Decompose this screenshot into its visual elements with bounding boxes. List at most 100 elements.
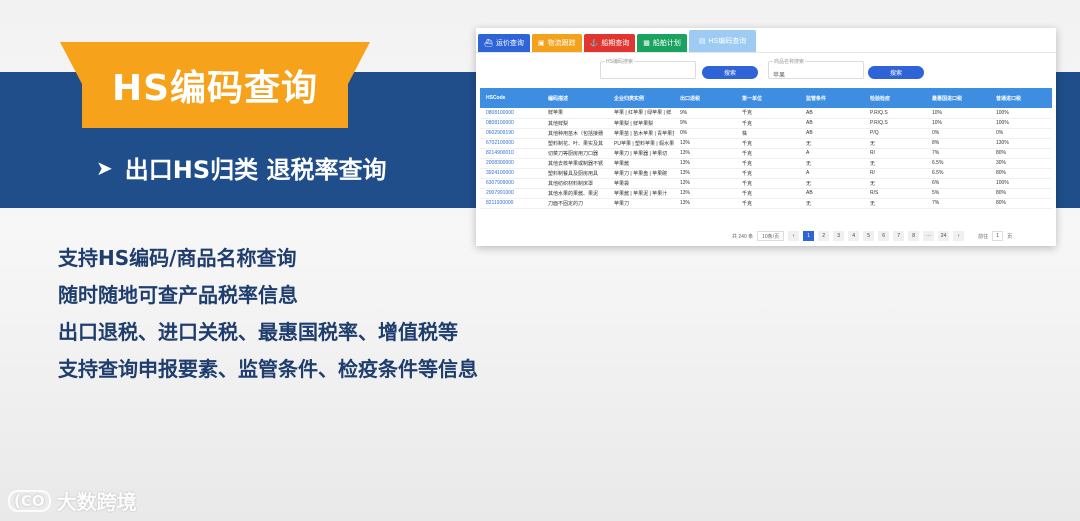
- tab-label: 运价查询: [495, 40, 524, 47]
- table-cell: 0%: [674, 128, 736, 139]
- table-cell: 0%: [990, 128, 1052, 139]
- table-cell: 13%: [674, 148, 736, 159]
- table-cell: 7%: [926, 198, 990, 209]
- table-row[interactable]: 8214900010 切菜刀等厨房用刀口器 苹果刀 | 苹果器 | 苹果切 13% 千克…: [480, 148, 1052, 159]
- subtitle-text: 出口HS归类 退税率查询: [124, 156, 387, 184]
- page-button[interactable]: 5: [863, 231, 875, 241]
- table-cell: 80%: [990, 198, 1052, 209]
- page-button[interactable]: 4: [848, 231, 860, 241]
- page-button[interactable]: 6: [878, 231, 890, 241]
- table-cell: 苹果袋: [608, 178, 674, 189]
- column-header[interactable]: 出口退税: [674, 88, 736, 108]
- tab-box[interactable]: ▣ 物流跟踪: [531, 34, 582, 52]
- tab-bar: ⛴ 运价查询 ▣ 物流跟踪 ⚓ 船期查询 ▦ 船舶计划 ▤ HS编码查询: [478, 30, 757, 52]
- table-row[interactable]: 2007991000 其他水果的果酱、果泥 苹果酱 | 苹果泥 | 苹果汁 13% 千克…: [480, 188, 1052, 199]
- next-page-button[interactable]: ›: [953, 231, 965, 241]
- page-button[interactable]: ···: [923, 231, 935, 241]
- tab-calendar[interactable]: ▦ 船舶计划: [637, 34, 687, 52]
- table-row[interactable]: 6307909000 其他纺织材料制床罩 苹果袋 13% 千克无无 6% 100%: [480, 178, 1052, 189]
- tab-label: 船舶计划: [652, 40, 681, 47]
- page-button[interactable]: 24: [938, 231, 950, 241]
- hs-code-link[interactable]: 6702100000: [480, 138, 542, 149]
- table-row[interactable]: 0808100000 其他鲜梨 苹果梨 | 鲜苹果梨 9% 千克 AB P.R/Q.S 10%…: [480, 118, 1052, 129]
- table-cell: 苹果酱 | 苹果泥 | 苹果汁: [608, 188, 674, 199]
- table-row[interactable]: 6702100000 塑料制花、叶、果实及其 PU苹果 | 塑料苹果 | 假水果 13…: [480, 138, 1052, 149]
- goto-page-input[interactable]: 1: [992, 231, 1004, 241]
- total-count: 共 240 条: [732, 233, 754, 240]
- page-button[interactable]: 8: [908, 231, 920, 241]
- hs-code-link[interactable]: 0808100000: [480, 108, 542, 119]
- table-row[interactable]: 3924100000 塑料制餐具及厨房用具 苹果刀 | 苹果盘 | 苹果碗 13% 千克…: [480, 168, 1052, 179]
- page-button[interactable]: 2: [818, 231, 830, 241]
- hs-code-link[interactable]: 8214900010: [480, 148, 542, 159]
- table-row[interactable]: 0602909190 其他种用苗木（包括接穗 苹果苗 | 苗木苹果 | 青苹果苗 0%…: [480, 128, 1052, 139]
- table-row[interactable]: 8211930000 刀面不固定的刀 苹果刀 13% 千克无无 7% 80%: [480, 198, 1052, 209]
- column-header[interactable]: 最惠国进口税: [926, 88, 990, 108]
- table-cell: PU苹果 | 塑料苹果 | 假水果: [608, 138, 674, 149]
- table-cell: 苹果刀 | 苹果盘 | 苹果碗: [608, 168, 674, 179]
- hs-code-link[interactable]: 2008300000: [480, 158, 542, 169]
- goto-label: 前往: [978, 233, 989, 240]
- table-cell: P.R/Q.S: [864, 108, 926, 119]
- column-header[interactable]: 第一单位: [736, 88, 800, 108]
- prev-page-button[interactable]: ‹: [788, 231, 800, 241]
- feature-item: 出口退税、进口关税、最惠国税率、增值税等: [58, 320, 458, 344]
- column-header[interactable]: 编码描述: [542, 88, 608, 108]
- hs-code-input[interactable]: HS编码搜索: [600, 58, 696, 79]
- table-cell: A: [800, 168, 864, 179]
- table-cell: 其他纺织材料制床罩: [542, 178, 608, 189]
- table-row[interactable]: 0808100000 鲜苹果 苹果 | 红苹果 | 绿苹果 | 鲜 9% 千克 AB P.R…: [480, 108, 1052, 119]
- table-cell: 千克: [736, 168, 800, 179]
- goto-suffix: 页: [1007, 233, 1013, 240]
- table-cell: R/S: [864, 188, 926, 199]
- table-cell: 千克: [736, 118, 800, 129]
- table-cell: 千克: [736, 188, 800, 199]
- page-size-select[interactable]: 10条/页: [757, 231, 785, 241]
- hs-code-link[interactable]: 0808100000: [480, 118, 542, 129]
- table-cell: P.R/Q.S: [864, 118, 926, 129]
- code-icon: ▤: [698, 38, 706, 45]
- page-button[interactable]: 3: [833, 231, 845, 241]
- page-button[interactable]: 7: [893, 231, 905, 241]
- table-cell: 千克: [736, 148, 800, 159]
- column-header[interactable]: 普通进口税: [990, 88, 1052, 108]
- column-header[interactable]: HSCode: [480, 88, 542, 108]
- table-row[interactable]: 2008300000 其他去核苹果或制器不锈 苹果酱 13% 千克无无 6.5% 30%: [480, 158, 1052, 169]
- tab-anchor[interactable]: ⚓ 船期查询: [583, 34, 636, 52]
- product-name-input[interactable]: 商品名称搜索 苹果: [768, 58, 864, 79]
- table-cell: A: [800, 148, 864, 159]
- page-button[interactable]: 1: [803, 231, 815, 241]
- anchor-icon: ⚓: [589, 40, 599, 47]
- tab-ship[interactable]: ⛴ 运价查询: [478, 34, 530, 52]
- table-cell: 100%: [990, 118, 1052, 129]
- column-header[interactable]: 检验检疫: [864, 88, 926, 108]
- hs-code-link[interactable]: 6307909000: [480, 178, 542, 189]
- table-cell: 苹果刀 | 苹果器 | 苹果切: [608, 148, 674, 159]
- search-button-hs[interactable]: 搜索: [702, 66, 758, 79]
- table-cell: 无: [800, 158, 864, 169]
- app-screenshot: ⛴ 运价查询 ▣ 物流跟踪 ⚓ 船期查询 ▦ 船舶计划 ▤ HS编码查询 HS编码搜索 搜索 商品…: [476, 28, 1056, 246]
- hs-code-link[interactable]: 2007991000: [480, 188, 542, 199]
- table-cell: 13%: [674, 188, 736, 199]
- table-cell: 10%: [926, 108, 990, 119]
- page-title: HS编码查询: [111, 68, 319, 109]
- table-cell: 塑料制餐具及厨房用具: [542, 168, 608, 179]
- table-cell: 其他种用苗木（包括接穗: [542, 128, 608, 139]
- hs-code-link[interactable]: 3924100000: [480, 168, 542, 179]
- table-cell: 其他鲜梨: [542, 118, 608, 129]
- tab-code[interactable]: ▤ HS编码查询: [688, 30, 757, 52]
- tab-label: HS编码查询: [708, 38, 747, 45]
- table-cell: 苹果苗 | 苗木苹果 | 青苹果苗: [608, 128, 674, 139]
- table-cell: 100%: [990, 108, 1052, 119]
- search-button-name[interactable]: 搜索: [868, 66, 924, 79]
- table-cell: 无: [864, 198, 926, 209]
- hs-code-label: HS编码搜索: [605, 58, 634, 65]
- feature-list: 支持HS编码/商品名称查询 随时随地可查产品税率信息 出口退税、进口关税、最惠国…: [58, 244, 478, 392]
- column-header[interactable]: 监管条件: [800, 88, 864, 108]
- table-cell: AB: [800, 118, 864, 129]
- hs-code-link[interactable]: 8211930000: [480, 198, 542, 209]
- column-header[interactable]: 企业归类实例: [608, 88, 674, 108]
- hs-code-link[interactable]: 0602909190: [480, 128, 542, 139]
- table-cell: 苹果梨 | 鲜苹果梨: [608, 118, 674, 129]
- table-cell: 无: [800, 198, 864, 209]
